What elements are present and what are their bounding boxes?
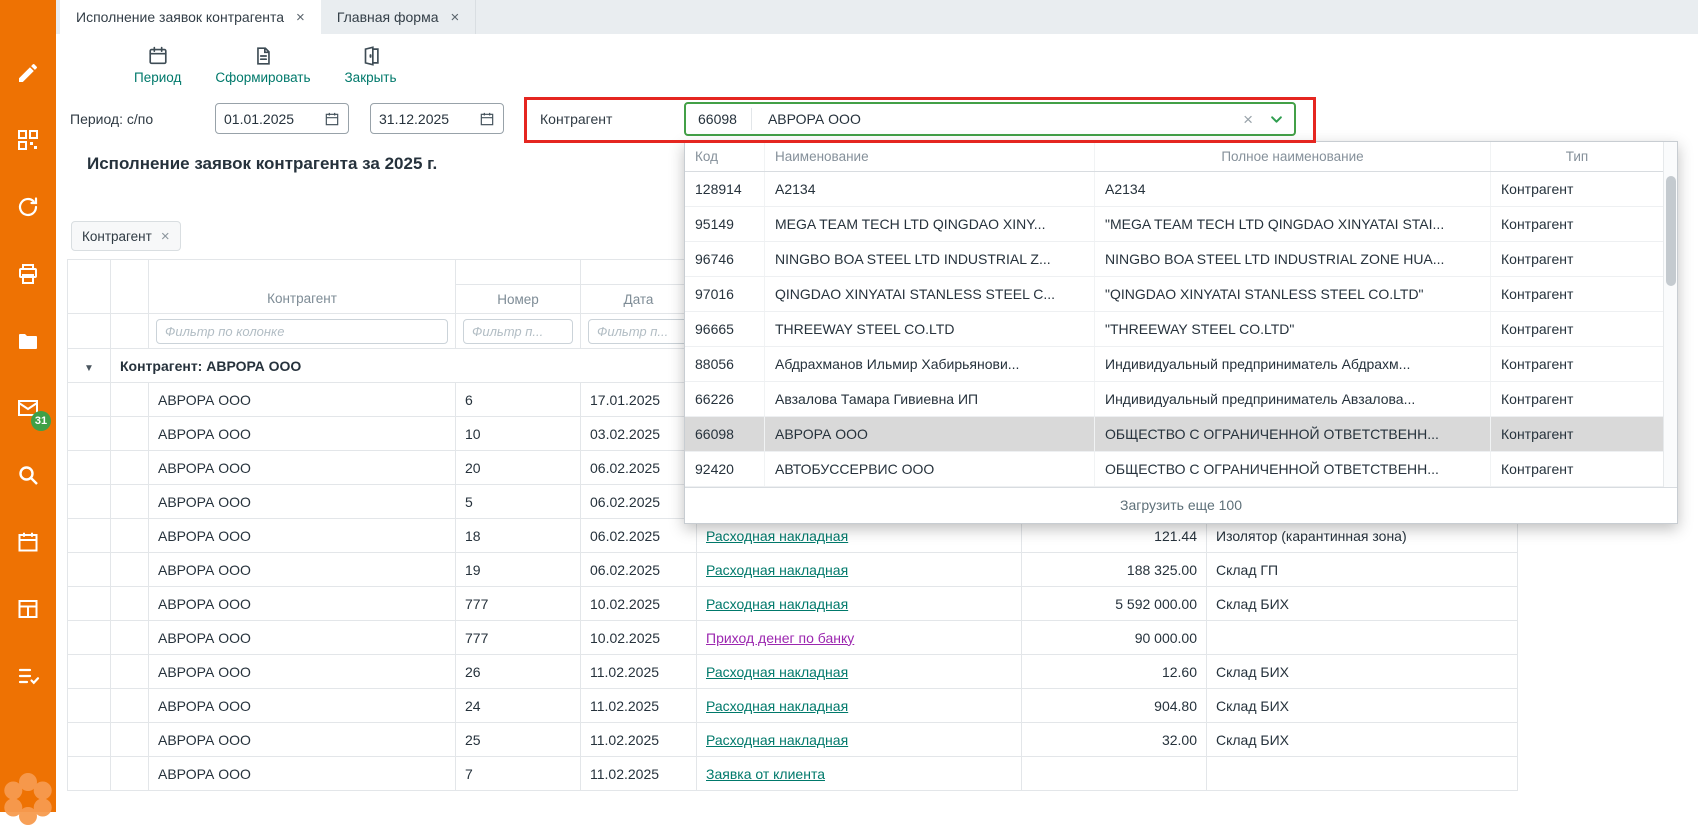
expand-column-header — [68, 260, 111, 314]
generate-button-label: Сформировать — [215, 70, 310, 85]
dropdown-row[interactable]: 95149MEGA TEAM TECH LTD QINGDAO XINY..."… — [685, 207, 1663, 242]
chevron-down-icon[interactable] — [1269, 112, 1284, 127]
counterparty-combobox[interactable]: 66098 АВРОРА ООО × — [684, 102, 1296, 136]
dropdown-column-type: Тип — [1491, 142, 1663, 171]
mail-badge: 31 — [31, 411, 51, 431]
column-header-number: Номер — [456, 285, 581, 314]
table-row[interactable]: АВРОРА ООО 777 10.02.2025 Расходная накл… — [68, 587, 1518, 621]
chip-label: Контрагент — [82, 229, 152, 244]
document-link[interactable]: Расходная накладная — [706, 562, 848, 578]
date-from-field — [215, 103, 349, 134]
document-link[interactable]: Расходная накладная — [706, 528, 848, 544]
dropdown-column-fullname: Полное наименование — [1095, 142, 1491, 171]
dropdown-row[interactable]: 96665THREEWAY STEEL CO.LTD"THREEWAY STEE… — [685, 312, 1663, 347]
toolbar: Период Сформировать Закрыть — [56, 34, 1698, 96]
tab-report[interactable]: Исполнение заявок контрагента × — [60, 0, 321, 34]
search-icon — [16, 463, 40, 487]
filter-input-date[interactable] — [588, 319, 689, 344]
sidebar-item-files[interactable] — [15, 328, 41, 354]
calendar-icon — [16, 530, 40, 554]
tab-label: Главная форма — [337, 9, 439, 25]
sidebar-item-search[interactable] — [15, 462, 41, 488]
table-row[interactable]: АВРОРА ООО 24 11.02.2025 Расходная накла… — [68, 689, 1518, 723]
sidebar-item-calendar[interactable] — [15, 529, 41, 555]
printer-icon — [16, 262, 40, 286]
date-from-input[interactable] — [224, 111, 320, 127]
column-header-date: Дата — [581, 285, 697, 314]
dropdown-column-name: Наименование — [765, 142, 1095, 171]
close-button-label: Закрыть — [345, 70, 397, 85]
dropdown-column-code: Код — [685, 142, 765, 171]
calendar-icon[interactable] — [479, 111, 495, 127]
close-button[interactable]: Закрыть — [345, 45, 397, 85]
scrollbar-thumb[interactable] — [1666, 176, 1676, 286]
sidebar-item-tasks[interactable] — [15, 663, 41, 689]
table-row[interactable]: АВРОРА ООО 25 11.02.2025 Расходная накла… — [68, 723, 1518, 757]
document-link[interactable]: Заявка от клиента — [706, 766, 825, 782]
document-link[interactable]: Расходная накладная — [706, 698, 848, 714]
counterparty-dropdown: Код Наименование Полное наименование Тип… — [684, 141, 1678, 524]
period-range-label: Период: с/по — [70, 111, 153, 127]
sidebar-item-sync[interactable] — [15, 194, 41, 220]
tab-close-icon[interactable]: × — [451, 10, 460, 25]
dropdown-header: Код Наименование Полное наименование Тип — [685, 142, 1663, 172]
table-row[interactable]: АВРОРА ООО 26 11.02.2025 Расходная накла… — [68, 655, 1518, 689]
filter-bar: Период: с/по Контрагент 66098 АВРОРА ООО… — [56, 96, 1698, 142]
calendar-icon — [147, 45, 169, 67]
dropdown-row[interactable]: 88056Абдрахманов Ильмир Хабирьянови...Ин… — [685, 347, 1663, 382]
counterparty-label: Контрагент — [540, 111, 612, 127]
clear-icon[interactable]: × — [1243, 111, 1253, 128]
table-row[interactable]: АВРОРА ООО 7 11.02.2025 Заявка от клиент… — [68, 757, 1518, 791]
sync-icon — [16, 195, 40, 219]
document-link[interactable]: Приход денег по банку — [706, 630, 854, 646]
tab-main[interactable]: Главная форма × — [321, 0, 476, 34]
table-row[interactable]: АВРОРА ООО 19 06.02.2025 Расходная накла… — [68, 553, 1518, 587]
dropdown-row[interactable]: 128914A2134A2134Контрагент — [685, 172, 1663, 207]
marker-column-header — [111, 260, 149, 314]
calendar-icon[interactable] — [324, 111, 340, 127]
flower-decoration — [1, 772, 55, 826]
tab-bar: Исполнение заявок контрагента × Главная … — [56, 0, 1698, 34]
dropdown-list: 128914A2134A2134Контрагент 95149MEGA TEA… — [685, 172, 1677, 487]
document-link[interactable]: Расходная накладная — [706, 596, 848, 612]
combo-name-value: АВРОРА ООО — [768, 111, 1243, 127]
sidebar-item-edit[interactable] — [15, 60, 41, 86]
document-link[interactable]: Расходная накладная — [706, 664, 848, 680]
collapse-arrow-icon[interactable]: ▼ — [84, 363, 94, 374]
sidebar-item-scan[interactable] — [15, 127, 41, 153]
dropdown-row-selected[interactable]: 66098АВРОРА ООООБЩЕСТВО С ОГРАНИЧЕННОЙ О… — [685, 417, 1663, 452]
combo-code-value: 66098 — [696, 108, 752, 130]
sidebar: 31 — [0, 0, 56, 812]
tab-close-icon[interactable]: × — [296, 10, 305, 25]
checklist-icon — [16, 664, 40, 688]
date-to-input[interactable] — [379, 111, 475, 127]
qr-code-icon — [16, 128, 40, 152]
exit-door-icon — [360, 45, 382, 67]
dropdown-row[interactable]: 66226Авзалова Тамара Гивиевна ИПИндивиду… — [685, 382, 1663, 417]
sidebar-item-print[interactable] — [15, 261, 41, 287]
dropdown-row[interactable]: 96746NINGBO BOA STEEL LTD INDUSTRIAL Z..… — [685, 242, 1663, 277]
document-link[interactable]: Расходная накладная — [706, 732, 848, 748]
table-row[interactable]: АВРОРА ООО 777 10.02.2025 Приход денег п… — [68, 621, 1518, 655]
date-to-field — [370, 103, 504, 134]
table-icon — [16, 597, 40, 621]
filter-chip-counterparty[interactable]: Контрагент × — [71, 221, 181, 251]
dropdown-row[interactable]: 92420АВТОБУССЕРВИС ООООБЩЕСТВО С ОГРАНИЧ… — [685, 452, 1663, 487]
pencil-icon — [16, 61, 40, 85]
dropdown-row[interactable]: 97016QINGDAO XINYATAI STANLESS STEEL C..… — [685, 277, 1663, 312]
sidebar-item-reports[interactable] — [15, 596, 41, 622]
generate-button[interactable]: Сформировать — [215, 45, 310, 85]
folder-icon — [16, 329, 40, 353]
load-more-button[interactable]: Загрузить еще 100 — [685, 487, 1677, 523]
period-button[interactable]: Период — [134, 45, 181, 85]
filter-input-number[interactable] — [463, 319, 573, 344]
filter-input-counterparty[interactable] — [156, 319, 448, 344]
column-header-counterparty: Контрагент — [149, 260, 456, 314]
tab-label: Исполнение заявок контрагента — [76, 9, 284, 25]
period-button-label: Период — [134, 70, 181, 85]
scrollbar[interactable] — [1663, 142, 1677, 487]
sidebar-item-mail[interactable]: 31 — [15, 395, 41, 421]
report-icon — [252, 45, 274, 67]
chip-close-icon[interactable]: × — [161, 229, 170, 244]
